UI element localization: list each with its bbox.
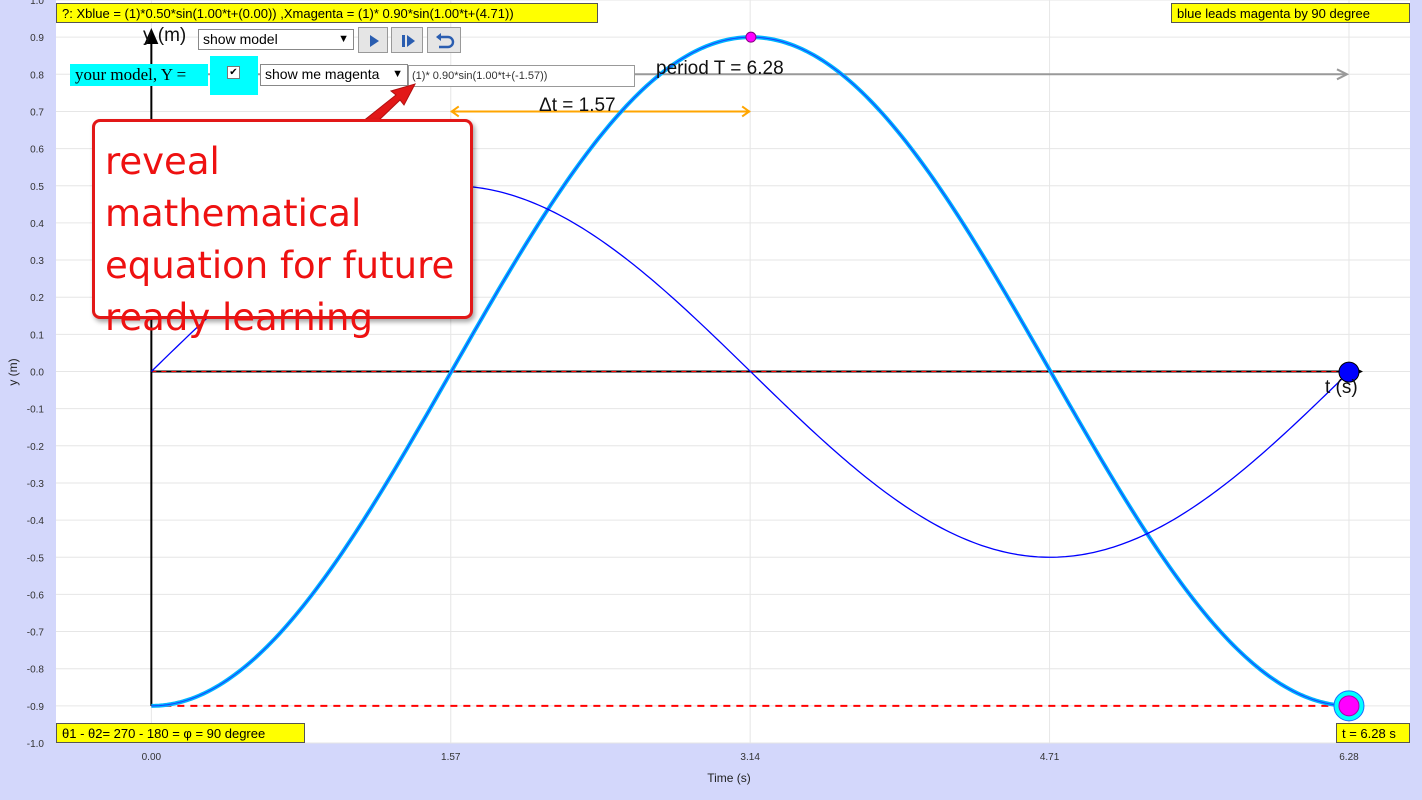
x-tick-label: 6.28 — [1339, 752, 1359, 763]
inner-x-axis-label: t (s) — [1325, 377, 1358, 398]
x-tick-label: 4.71 — [1040, 752, 1060, 763]
equation-input[interactable]: (1)* 0.90*sin(1.00*t+(-1.57)) — [408, 65, 635, 87]
chevron-down-icon: ▼ — [392, 68, 403, 80]
step-button[interactable] — [391, 27, 423, 53]
play-icon — [370, 35, 379, 47]
y-tick-label: -0.3 — [27, 479, 45, 490]
y-tick-label: -0.5 — [27, 553, 45, 564]
x-tick-label: 3.14 — [740, 752, 760, 763]
time-readout: t = 6.28 s — [1336, 723, 1410, 743]
y-tick-label: 0.0 — [30, 368, 44, 379]
y-tick-label: 0.1 — [30, 330, 44, 341]
y-tick-label: -0.9 — [27, 702, 45, 713]
y-tick-label: -0.4 — [27, 516, 45, 527]
x-axis-title: Time (s) — [707, 771, 751, 785]
reset-button[interactable] — [427, 27, 461, 53]
y-tick-label: 1.0 — [30, 0, 44, 7]
y-tick-label: 0.3 — [30, 256, 44, 267]
y-tick-label: -0.2 — [27, 442, 45, 453]
x-tick-label: 0.00 — [142, 752, 162, 763]
model-label: your model, Y = — [70, 64, 208, 86]
y-tick-label: -0.6 — [27, 590, 45, 601]
y-axis-title: y (m) — [6, 358, 20, 385]
equations-readout: ?: Xblue = (1)*0.50*sin(1.00*t+(0.00)) ,… — [56, 3, 598, 23]
chevron-down-icon: ▼ — [338, 33, 349, 45]
magenta-current-point[interactable] — [1338, 695, 1360, 717]
magenta-peak-point — [745, 31, 757, 43]
inner-y-axis-label: y (m) — [143, 25, 186, 46]
play-button[interactable] — [358, 27, 388, 53]
magenta-select-value: show me magenta — [265, 66, 380, 82]
phase-formula-readout: θ1 - θ2= 270 - 180 = φ = 90 degree — [56, 723, 305, 743]
y-tick-label: 0.2 — [30, 293, 44, 304]
model-select-value: show model — [203, 31, 278, 47]
y-tick-label: 0.8 — [30, 70, 44, 81]
step-icon — [402, 35, 415, 47]
phase-relation-readout: blue leads magenta by 90 degree — [1171, 3, 1410, 23]
y-tick-label: -0.7 — [27, 628, 45, 639]
y-tick-label: -0.8 — [27, 665, 45, 676]
model-checkbox-wrap: ✔ — [210, 56, 258, 95]
y-tick-label: 0.4 — [30, 219, 44, 230]
y-tick-label: -1.0 — [27, 739, 45, 750]
dt-label: Δt = 1.57 — [539, 95, 616, 116]
model-select[interactable]: show model ▼ — [198, 29, 354, 50]
y-tick-label: 0.9 — [30, 33, 44, 44]
y-tick-label: -0.1 — [27, 405, 45, 416]
model-checkbox[interactable]: ✔ — [227, 66, 240, 79]
period-label: period T = 6.28 — [656, 58, 784, 79]
magenta-select[interactable]: show me magenta ▼ — [260, 64, 408, 86]
callout-box: reveal mathematical equation for future … — [92, 119, 473, 339]
y-tick-label: 0.6 — [30, 145, 44, 156]
y-tick-label: 0.7 — [30, 107, 44, 118]
y-tick-label: 0.5 — [30, 182, 44, 193]
reset-icon — [436, 33, 455, 49]
x-tick-label: 1.57 — [441, 752, 461, 763]
